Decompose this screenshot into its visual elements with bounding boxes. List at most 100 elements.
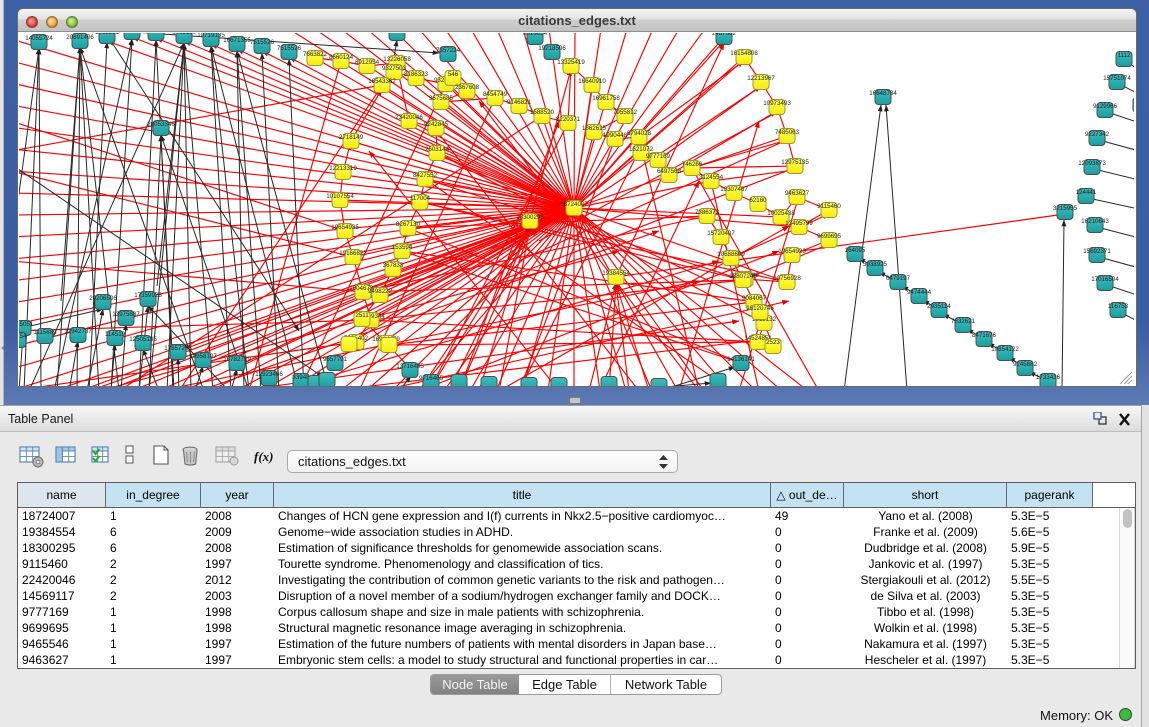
svg-text:114519: 114519	[105, 331, 126, 338]
svg-text:117004: 117004	[410, 195, 431, 202]
svg-text:2511: 2511	[355, 312, 369, 319]
svg-text:2487682: 2487682	[712, 33, 737, 37]
svg-text:116753: 116753	[1108, 303, 1129, 310]
svg-text:8660124: 8660124	[329, 54, 354, 61]
svg-text:15720407: 15720407	[707, 230, 735, 237]
svg-text:7515526: 7515526	[250, 39, 275, 46]
svg-text:9474444: 9474444	[907, 289, 932, 296]
svg-text:19654923: 19654923	[778, 248, 806, 255]
svg-text:9463627: 9463627	[785, 190, 810, 197]
svg-text:1621072: 1621072	[629, 146, 654, 153]
svg-text:10025438: 10025438	[767, 210, 795, 217]
svg-text:23420046: 23420046	[395, 114, 423, 121]
svg-text:9242845: 9242845	[424, 121, 449, 128]
svg-text:9129966: 9129966	[1093, 103, 1118, 110]
svg-text:1865291: 1865291	[95, 33, 120, 36]
svg-text:7357224: 7357224	[436, 47, 461, 54]
svg-text:12505135: 12505135	[129, 336, 157, 343]
svg-text:18807249: 18807249	[729, 273, 757, 280]
svg-text:1115689: 1115689	[33, 329, 57, 336]
svg-text:9227342: 9227342	[1085, 131, 1110, 138]
svg-text:6466160: 6466160	[172, 33, 197, 36]
svg-text:7663822: 7663822	[303, 51, 328, 58]
svg-text:3675685: 3675685	[429, 95, 454, 102]
svg-text:7955812: 7955812	[613, 109, 638, 116]
svg-text:9245682: 9245682	[1013, 361, 1038, 368]
svg-text:15692371: 15692371	[1083, 248, 1111, 255]
svg-text:1112: 1112	[1118, 52, 1131, 59]
svg-text:13495799: 13495799	[785, 220, 813, 227]
svg-text:9716465: 9716465	[419, 375, 444, 382]
svg-text:19166827: 19166827	[339, 250, 367, 257]
svg-text:164095: 164095	[845, 247, 866, 254]
svg-text:16648784: 16648784	[869, 90, 897, 97]
svg-text:12942737: 12942737	[64, 328, 92, 335]
svg-text:9699695: 9699695	[817, 233, 842, 240]
svg-text:2523: 2523	[766, 339, 780, 346]
svg-text:17857255: 17857255	[164, 345, 192, 352]
svg-text:1862615: 1862615	[582, 125, 607, 132]
svg-text:8220371: 8220371	[556, 116, 581, 123]
svg-text:9146821: 9146821	[507, 99, 532, 106]
svg-text:6479197: 6479197	[886, 275, 911, 282]
svg-text:1588520: 1588520	[530, 109, 555, 116]
svg-text:10973493: 10973493	[763, 100, 791, 107]
svg-text:12093873: 12093873	[1078, 160, 1106, 167]
svg-text:10688609: 10688609	[717, 251, 745, 258]
svg-text:2718149: 2718149	[339, 134, 364, 141]
svg-text:9657791: 9657791	[323, 356, 348, 363]
svg-text:39154: 39154	[19, 333, 27, 340]
svg-text:8267130: 8267130	[396, 221, 421, 228]
svg-text:8186323: 8186323	[404, 71, 429, 78]
svg-text:13716485: 13716485	[396, 363, 424, 370]
svg-text:10654122: 10654122	[991, 346, 1019, 353]
svg-text:12213319: 12213319	[329, 165, 357, 172]
svg-text:367833: 367833	[383, 262, 404, 269]
svg-text:8454749: 8454749	[483, 91, 508, 98]
svg-text:20691406: 20691406	[66, 34, 94, 41]
svg-text:33948: 33948	[292, 374, 310, 381]
svg-text:3124554: 3124554	[699, 174, 724, 181]
svg-text:3215955: 3215955	[1053, 205, 1078, 212]
svg-text:19654935: 19654935	[331, 224, 359, 231]
svg-text:6497568: 6497568	[657, 168, 682, 175]
svg-text:10756928: 10756928	[773, 275, 801, 282]
svg-text:9327503: 9327503	[382, 65, 407, 72]
svg-text:12213967: 12213967	[747, 75, 775, 82]
svg-text:18300295: 18300295	[516, 214, 544, 221]
svg-text:16543362: 16543362	[368, 78, 396, 85]
svg-text:15751074: 15751074	[1103, 75, 1131, 82]
svg-text:7515526: 7515526	[277, 45, 302, 52]
svg-text:10958107: 10958107	[189, 353, 217, 360]
svg-text:2935114: 2935114	[927, 303, 951, 310]
svg-text:20053346: 20053346	[147, 121, 175, 128]
svg-text:16671355: 16671355	[223, 37, 251, 44]
svg-text:153594: 153594	[392, 244, 413, 251]
svg-text:9777169: 9777169	[646, 153, 671, 160]
svg-text:9498222: 9498222	[368, 288, 393, 295]
svg-text:16120746: 16120746	[746, 305, 774, 312]
svg-text:7632621: 7632621	[951, 318, 976, 325]
svg-text:17359928: 17359928	[134, 292, 162, 299]
svg-text:13226058: 13226058	[383, 56, 411, 63]
svg-text:16640910: 16640910	[578, 78, 606, 85]
svg-text:6794028: 6794028	[627, 130, 652, 137]
svg-text:62160: 62160	[749, 197, 767, 204]
svg-text:12975135: 12975135	[781, 159, 809, 166]
svg-text:1733426: 1733426	[1036, 374, 1061, 381]
svg-text:546: 546	[448, 71, 459, 78]
svg-text:20206506: 20206506	[89, 295, 117, 302]
svg-text:14136141: 14136141	[727, 356, 755, 363]
svg-text:10307467: 10307467	[720, 186, 748, 193]
svg-text:19218506: 19218506	[538, 45, 566, 52]
svg-text:19384554: 19384554	[602, 270, 630, 277]
svg-text:16210643: 16210643	[1081, 218, 1109, 225]
svg-text:435051: 435051	[19, 321, 34, 328]
svg-text:2603144: 2603144	[425, 146, 450, 153]
svg-text:14055724: 14055724	[25, 35, 53, 42]
svg-text:18724007: 18724007	[560, 201, 588, 208]
svg-text:f(x): f(x)	[254, 449, 274, 464]
svg-text:10107554: 10107554	[326, 193, 354, 200]
svg-text:1990448: 1990448	[603, 132, 628, 139]
svg-text:7485063: 7485063	[775, 129, 800, 136]
